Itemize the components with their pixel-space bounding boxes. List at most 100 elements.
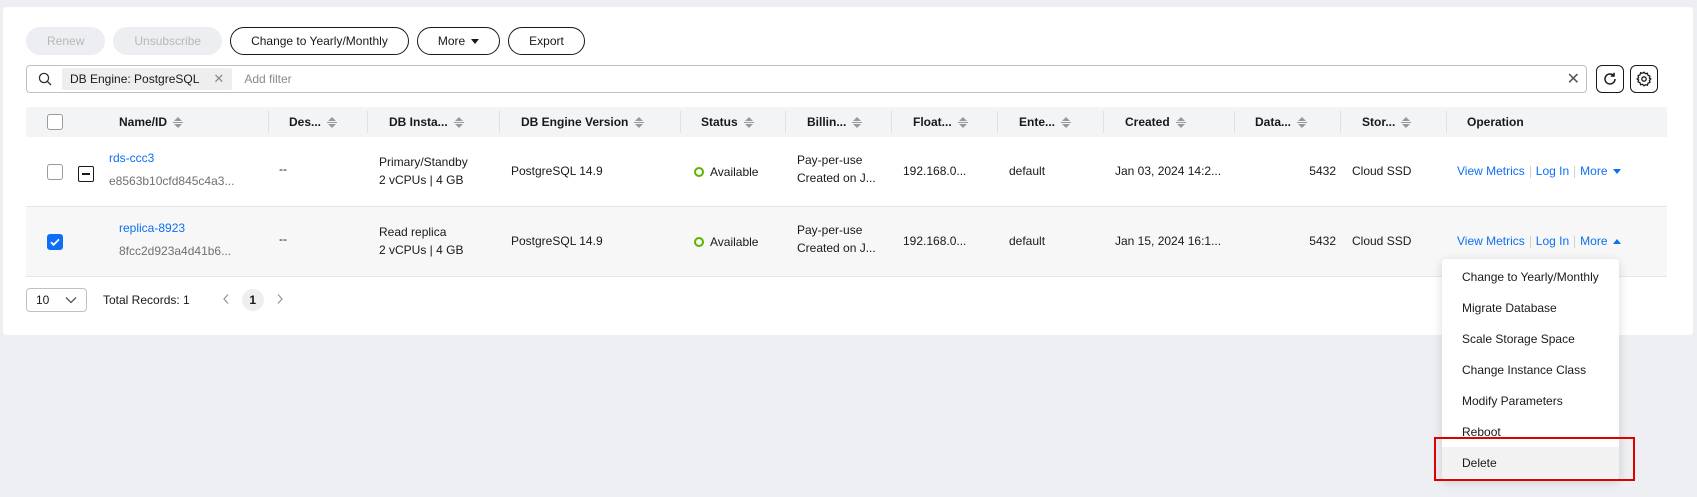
prev-page-icon[interactable] [222, 293, 230, 308]
created-time: Jan 15, 2024 16:1... [1115, 234, 1222, 248]
column-db-instance-type[interactable]: DB Insta... [389, 107, 464, 137]
database-port: 5432 [1309, 234, 1336, 248]
sort-icon [173, 116, 184, 128]
instance-name-link[interactable]: replica-8923 [119, 220, 185, 237]
floating-ip: 192.168.0... [903, 234, 967, 248]
column-db-engine-version[interactable]: DB Engine Version [521, 107, 645, 137]
status-label: Available [710, 235, 759, 249]
row-checkbox[interactable] [47, 234, 63, 250]
unsubscribe-button[interactable]: Unsubscribe [113, 27, 223, 55]
divider [1574, 235, 1576, 248]
filter-input[interactable] [244, 72, 1445, 86]
column-label: Name/ID [119, 115, 168, 129]
refresh-button[interactable] [1596, 65, 1624, 93]
sort-icon [327, 116, 338, 128]
billing-mode: Pay-per-use [797, 223, 863, 237]
column-label: Des... [289, 115, 322, 129]
sort-icon [634, 116, 645, 128]
menu-item-change-billing[interactable]: Change to Yearly/Monthly [1442, 261, 1619, 292]
chevron-down-icon [65, 297, 77, 304]
column-enterprise-project[interactable]: Ente... [1019, 107, 1072, 137]
more-link-label: More [1580, 234, 1608, 248]
column-divider [891, 111, 892, 133]
instance-type: Primary/Standby [379, 155, 468, 169]
sort-icon [1175, 116, 1186, 128]
description: -- [279, 232, 287, 246]
column-label: Data... [1255, 115, 1292, 129]
instance-id: e8563b10cfd845c4a3... [109, 174, 235, 188]
refresh-icon [1604, 72, 1616, 85]
caret-down-icon [471, 38, 480, 44]
caret-up-icon [1612, 239, 1621, 244]
change-billing-button[interactable]: Change to Yearly/Monthly [230, 27, 409, 55]
created-time: Jan 03, 2024 14:2... [1115, 164, 1222, 178]
column-label: Ente... [1019, 115, 1056, 129]
column-label: Operation [1467, 115, 1524, 129]
more-link[interactable]: More [1580, 163, 1621, 180]
column-database-port[interactable]: Data... [1255, 107, 1308, 137]
column-label: Billin... [807, 115, 847, 129]
column-name-id[interactable]: Name/ID [119, 107, 184, 137]
clear-search-icon[interactable]: ✕ [1567, 69, 1580, 89]
description: -- [279, 162, 287, 176]
billing-created: Created on J... [797, 171, 876, 185]
check-icon [50, 238, 60, 247]
instance-spec: 2 vCPUs | 4 GB [379, 173, 464, 187]
storage-type: Cloud SSD [1352, 164, 1412, 178]
collapse-icon[interactable] [78, 166, 94, 182]
menu-item-scale-storage[interactable]: Scale Storage Space [1442, 323, 1619, 354]
settings-button[interactable] [1630, 65, 1658, 93]
column-divider [1103, 111, 1104, 133]
view-metrics-link[interactable]: View Metrics [1457, 233, 1525, 250]
menu-item-modify-parameters[interactable]: Modify Parameters [1442, 385, 1619, 416]
filter-tag-label: DB Engine: PostgreSQL [70, 72, 200, 86]
sort-icon [957, 116, 968, 128]
divider [1529, 235, 1531, 248]
instance-id: 8fcc2d923a4d41b6... [119, 244, 232, 258]
renew-button[interactable]: Renew [26, 27, 106, 55]
engine-version: PostgreSQL 14.9 [511, 234, 603, 248]
column-label: Float... [913, 115, 952, 129]
filter-tag: DB Engine: PostgreSQL ✕ [62, 68, 233, 90]
available-status-icon [694, 237, 704, 247]
more-link[interactable]: More [1580, 233, 1621, 250]
pagination: 10 Total Records: 1 1 [26, 288, 284, 312]
remove-filter-icon[interactable]: ✕ [213, 71, 224, 87]
column-storage-type[interactable]: Stor... [1362, 107, 1412, 137]
column-floating-ip[interactable]: Float... [913, 107, 968, 137]
status: Available [694, 164, 758, 181]
column-label: DB Engine Version [521, 115, 629, 129]
row-checkbox[interactable] [47, 164, 63, 180]
column-divider [1234, 111, 1235, 133]
column-label: Status [701, 115, 738, 129]
total-records: Total Records: 1 [103, 293, 190, 307]
select-all-checkbox[interactable] [47, 114, 63, 130]
column-label: Stor... [1362, 115, 1396, 129]
divider [1529, 165, 1531, 178]
view-metrics-link[interactable]: View Metrics [1457, 163, 1525, 180]
page-size-select[interactable]: 10 [26, 288, 87, 312]
search-bar[interactable]: DB Engine: PostgreSQL ✕ ✕ [26, 65, 1587, 93]
current-page[interactable]: 1 [241, 289, 264, 311]
operations: View Metrics Log In More [1457, 233, 1621, 250]
log-in-link[interactable]: Log In [1536, 233, 1569, 250]
instance-name-link[interactable]: rds-ccc3 [109, 150, 154, 167]
column-description[interactable]: Des... [289, 107, 338, 137]
sort-icon [852, 116, 863, 128]
menu-item-migrate-database[interactable]: Migrate Database [1442, 292, 1619, 323]
next-page-icon[interactable] [276, 293, 284, 308]
caret-down-icon [1612, 169, 1621, 174]
export-button[interactable]: Export [508, 27, 585, 55]
storage-type: Cloud SSD [1352, 234, 1412, 248]
menu-item-change-instance-class[interactable]: Change Instance Class [1442, 354, 1619, 385]
column-status[interactable]: Status [701, 107, 754, 137]
column-created[interactable]: Created [1125, 107, 1186, 137]
column-divider [367, 111, 368, 133]
more-button[interactable]: More [416, 27, 501, 55]
sort-icon [1061, 116, 1072, 128]
column-billing-mode[interactable]: Billin... [807, 107, 863, 137]
instance-type: Read replica [379, 225, 447, 239]
log-in-link[interactable]: Log In [1536, 163, 1569, 180]
engine-version: PostgreSQL 14.9 [511, 164, 603, 178]
operations: View Metrics Log In More [1457, 163, 1621, 180]
